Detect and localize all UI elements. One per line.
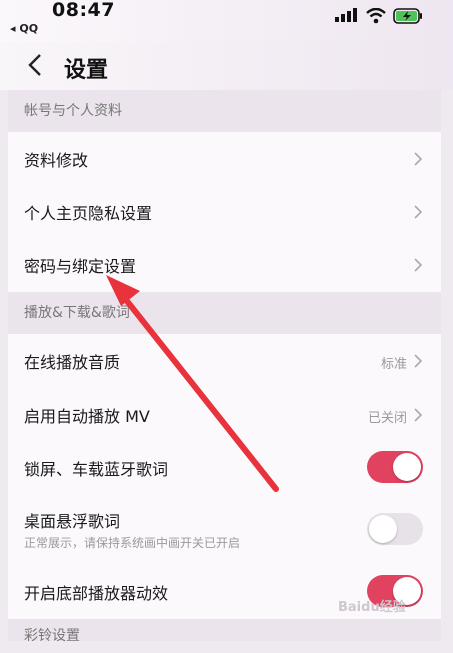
back-to-app-link[interactable]: ◂ QQ bbox=[10, 22, 38, 35]
watermark: Baidu经验 bbox=[338, 600, 406, 615]
row-value: 标准 bbox=[380, 357, 407, 372]
chevron-right-icon bbox=[414, 258, 423, 272]
row-sublabel: 正常展示，请保持系统画中画开关已开启 bbox=[24, 536, 241, 550]
status-bar: 08:47 ◂ QQ bbox=[0, 0, 453, 42]
chevron-right-icon bbox=[414, 354, 423, 368]
row-password-binding[interactable]: 密码与绑定设置 bbox=[8, 238, 441, 292]
signal-bars-icon bbox=[335, 8, 357, 22]
section-header-ringtone: 彩铃设置 bbox=[8, 619, 441, 644]
chevron-left-icon[interactable] bbox=[24, 52, 50, 78]
chevron-right-icon bbox=[414, 205, 423, 219]
row-floating-lyrics: 桌面悬浮歌词 正常展示，请保持系统画中画开关已开启 bbox=[8, 494, 441, 564]
chevron-right-icon bbox=[414, 152, 423, 166]
nav-bar: 设置 bbox=[0, 42, 453, 90]
row-label: 桌面悬浮歌词 bbox=[24, 512, 121, 531]
toggle-lockscreen-lyrics[interactable] bbox=[367, 451, 423, 483]
chevron-right-icon bbox=[414, 408, 423, 422]
row-label: 启用自动播放 MV bbox=[24, 407, 150, 426]
row-online-quality[interactable]: 在线播放音质 标准 bbox=[8, 334, 441, 388]
row-label: 密码与绑定设置 bbox=[24, 257, 137, 276]
row-label: 锁屏、车载蓝牙歌词 bbox=[24, 460, 169, 479]
row-label: 在线播放音质 bbox=[24, 353, 121, 372]
row-label: 开启底部播放器动效 bbox=[24, 584, 169, 603]
row-homepage-privacy[interactable]: 个人主页隐私设置 bbox=[8, 185, 441, 238]
page-title: 设置 bbox=[64, 58, 109, 83]
row-label: 个人主页隐私设置 bbox=[24, 204, 153, 223]
section-header-account: 帐号与个人资料 bbox=[8, 90, 441, 132]
row-lockscreen-lyrics: 锁屏、车载蓝牙歌词 bbox=[8, 440, 441, 494]
row-profile-edit[interactable]: 资料修改 bbox=[8, 132, 441, 185]
status-time: 08:47 bbox=[52, 0, 115, 21]
row-value: 已关闭 bbox=[367, 411, 407, 426]
row-autoplay-mv[interactable]: 启用自动播放 MV 已关闭 bbox=[8, 388, 441, 440]
row-label: 资料修改 bbox=[24, 151, 89, 170]
section-header-playback: 播放&下载&歌词 bbox=[8, 292, 441, 334]
toggle-floating-lyrics[interactable] bbox=[367, 513, 423, 545]
battery-charging-icon bbox=[393, 8, 422, 24]
wifi-icon bbox=[366, 8, 386, 24]
